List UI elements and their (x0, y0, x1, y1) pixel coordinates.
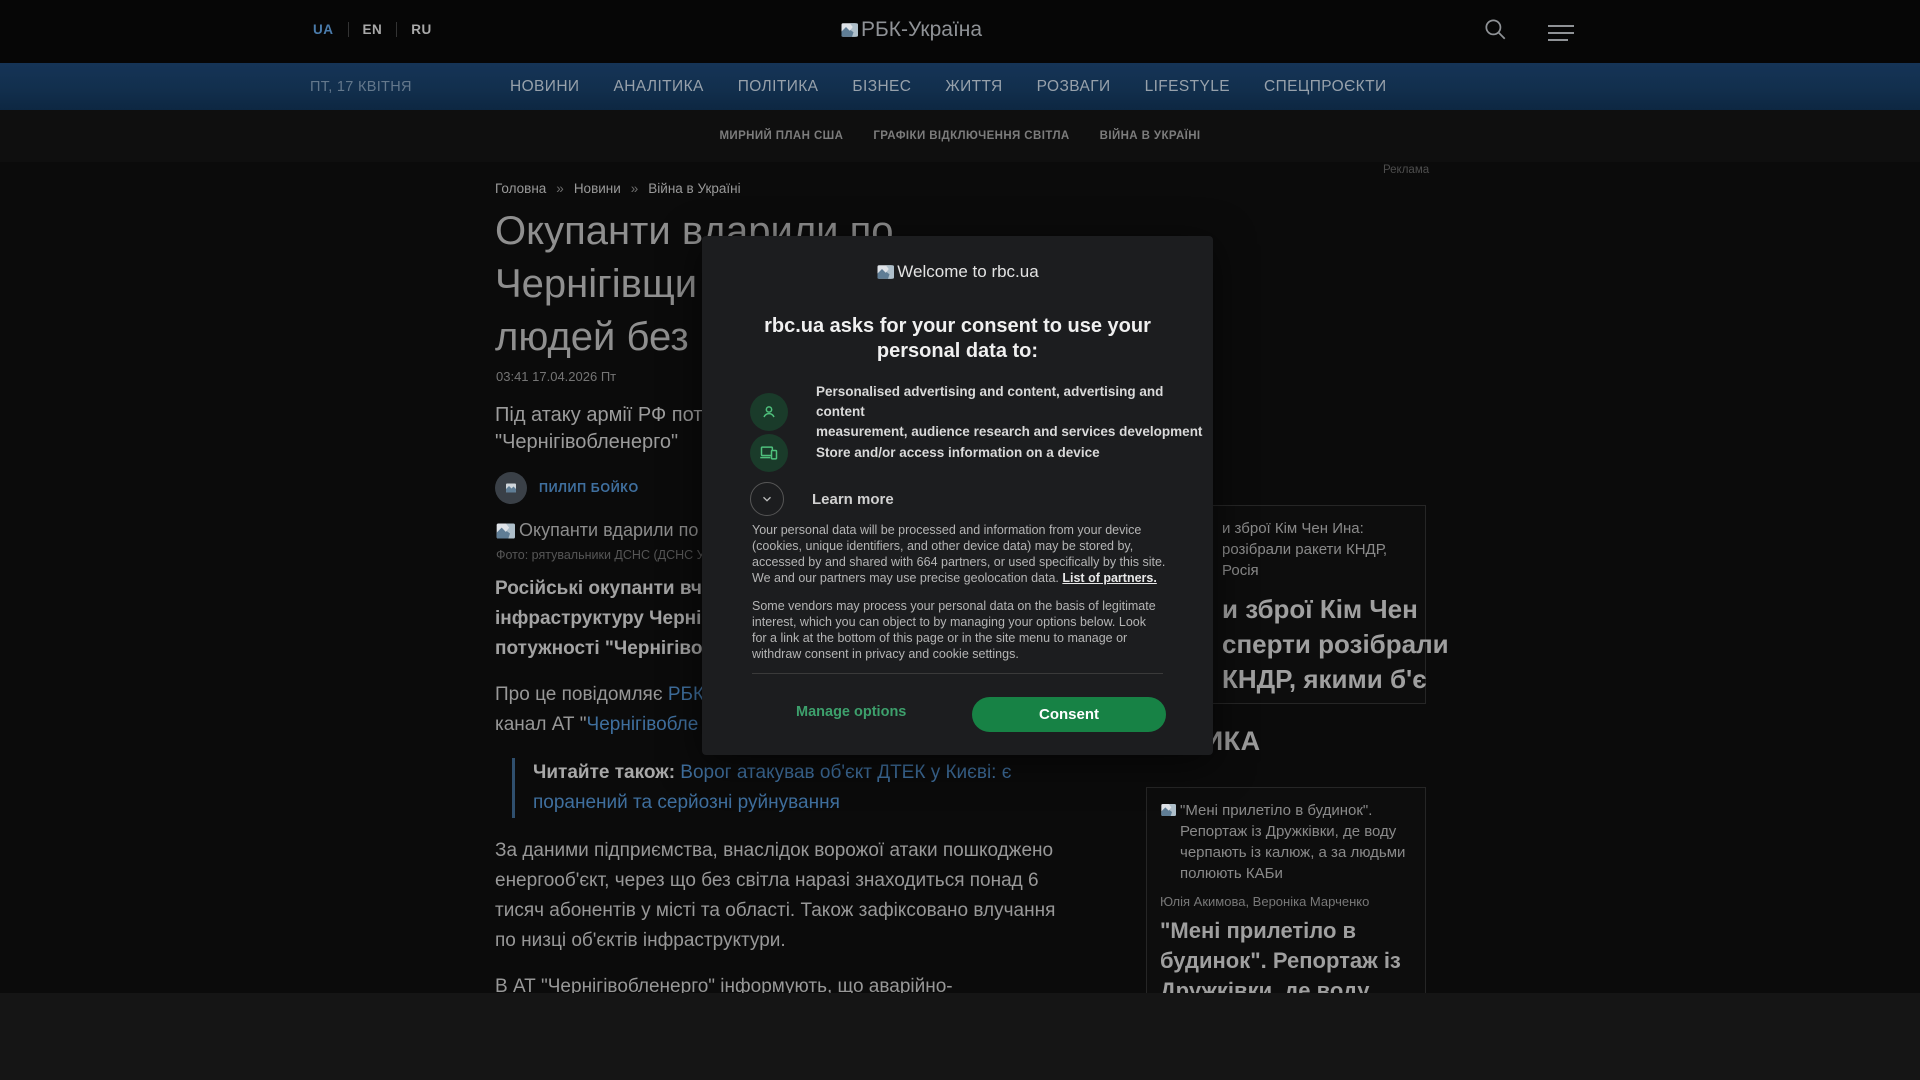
image-caption: Фото: рятувальники ДСНС (ДСНС У (496, 548, 705, 562)
divider (347, 22, 349, 37)
company-link[interactable]: Чернігівобле (587, 714, 699, 735)
divider (752, 673, 1163, 674)
avatar (495, 472, 527, 504)
person-icon (750, 393, 788, 431)
article-paragraph-source: Про це повідомляє РБК канал АТ "Чернігів… (495, 684, 705, 735)
breadcrumb-separator: » (556, 181, 564, 196)
broken-image-icon (1161, 804, 1176, 816)
site-logo-text: РБК-Україна (861, 18, 983, 41)
sidebar-card2-authors: Юлія Акимова, Вероніка Марченко (1160, 894, 1370, 909)
nav-life[interactable]: ЖИТТЯ (945, 78, 1002, 96)
site-logo[interactable]: РБК-Україна (840, 18, 982, 42)
topics-bar: МИРНИЙ ПЛАН США ГРАФІКИ ВІДКЛЮЧЕННЯ СВІТ… (0, 110, 1920, 162)
lang-en[interactable]: EN (363, 22, 383, 37)
sidebar-card1-image-alt: и зброї Кім Чен Ина: розібрали ракети КН… (1222, 520, 1388, 579)
breadcrumb-news[interactable]: Новини (574, 181, 621, 196)
chevron-down-icon (750, 482, 784, 516)
list-of-partners-link[interactable]: List of partners. (1062, 571, 1156, 585)
read-also-link-line2[interactable]: поранений та серйозні руйнування (533, 792, 840, 813)
article-paragraph-details: За даними підприємства, внаслідок ворожо… (495, 840, 1056, 951)
nav-politics[interactable]: ПОЛІТИКА (738, 78, 819, 96)
read-also-label: Читайте також: (533, 762, 681, 783)
consent-button[interactable]: Consent (972, 697, 1166, 732)
broken-image-icon (496, 523, 515, 538)
purpose-personalised-ads: Personalised advertising and content, ad… (750, 382, 1213, 442)
article-datetime: 03:41 17.04.2026 Пт (496, 369, 617, 384)
topic-blackout-schedules[interactable]: ГРАФІКИ ВІДКЛЮЧЕННЯ СВІТЛА (873, 130, 1069, 142)
broken-image-icon (877, 265, 895, 279)
main-navigation: ПТ, 17 КВІТНЯ НОВИНИ АНАЛІТИКА ПОЛІТИКА … (0, 63, 1920, 110)
nav-analytics[interactable]: АНАЛІТИКА (613, 78, 703, 96)
nav-news[interactable]: НОВИНИ (510, 78, 579, 96)
article-intro-paragraph: Російські окупанти вче інфраструктуру Че… (495, 578, 715, 659)
purpose-store-access: Store and/or access information on a dev… (750, 434, 1100, 472)
nav-lifestyle[interactable]: LIFESTYLE (1145, 78, 1230, 96)
consent-dialog: Welcome to rbc.ua rbc.ua asks for your c… (702, 236, 1213, 755)
breadcrumb-home[interactable]: Головна (495, 181, 546, 196)
breadcrumb: Головна » Новини » Війна в Україні (495, 181, 741, 196)
divider (396, 22, 398, 37)
broken-image-icon (841, 23, 858, 37)
top-bar: UA EN RU РБК-Україна (0, 0, 1920, 63)
article-image-placeholder: Окупанти вдарили по Чер (495, 520, 735, 541)
breadcrumb-separator: » (630, 181, 639, 196)
sidebar-card2-image-alt: "Мені прилетіло в будинок". Репортаж із … (1160, 800, 1405, 884)
footer-ad-bar (0, 993, 1920, 1080)
nav-entertainment[interactable]: РОЗВАГИ (1037, 78, 1111, 96)
hamburger-icon (1548, 25, 1574, 27)
search-button[interactable] (1482, 16, 1514, 48)
consent-heading: rbc.ua asks for your consent to use your… (764, 315, 1151, 362)
author-link[interactable]: ПИЛИП БОЙКО (539, 481, 639, 495)
nav-special-projects[interactable]: СПЕЦПРОЄКТИ (1264, 78, 1387, 96)
manage-options-button[interactable]: Manage options (796, 704, 906, 720)
source-link[interactable]: РБК (668, 684, 704, 705)
broken-image-icon (506, 483, 516, 493)
read-also-block: Читайте також: Ворог атакував об'єкт ДТЕ… (512, 758, 1011, 818)
topic-peace-plan[interactable]: МИРНИЙ ПЛАН США (719, 130, 843, 142)
consent-paragraph-2: Some vendors may process your personal d… (752, 599, 1156, 661)
menu-button[interactable] (1548, 20, 1580, 52)
read-also-link[interactable]: Ворог атакував об'єкт ДТЕК у Києві: є (680, 762, 1011, 783)
language-switcher: UA EN RU (313, 22, 432, 37)
author-row: ПИЛИП БОЙКО (495, 472, 639, 504)
topic-war-in-ukraine[interactable]: ВІЙНА В УКРАЇНІ (1100, 130, 1201, 142)
learn-more-toggle[interactable]: Learn more (750, 482, 894, 516)
ad-label: Реклама (1383, 164, 1430, 176)
lang-ru[interactable]: RU (411, 22, 432, 37)
consent-welcome: Welcome to rbc.ua (702, 262, 1213, 282)
breadcrumb-war[interactable]: Війна в Україні (648, 181, 740, 196)
current-date: ПТ, 17 КВІТНЯ (310, 78, 412, 95)
device-icon (750, 434, 788, 472)
sidebar-card1-title[interactable]: и зброї Кім Чен сперти розібрали КНДР, я… (1222, 592, 1449, 697)
lang-ua[interactable]: UA (313, 22, 334, 37)
search-icon (1485, 19, 1506, 40)
page: UA EN RU РБК-Україна ПТ, 17 КВІТНЯ НОВИН… (0, 0, 1920, 1080)
consent-paragraph-1: Your personal data will be processed and… (752, 523, 1166, 585)
article-lead: Під атаку армії РФ пот "Чернігівобленерг… (495, 404, 703, 453)
nav-business[interactable]: БІЗНЕС (852, 78, 911, 96)
